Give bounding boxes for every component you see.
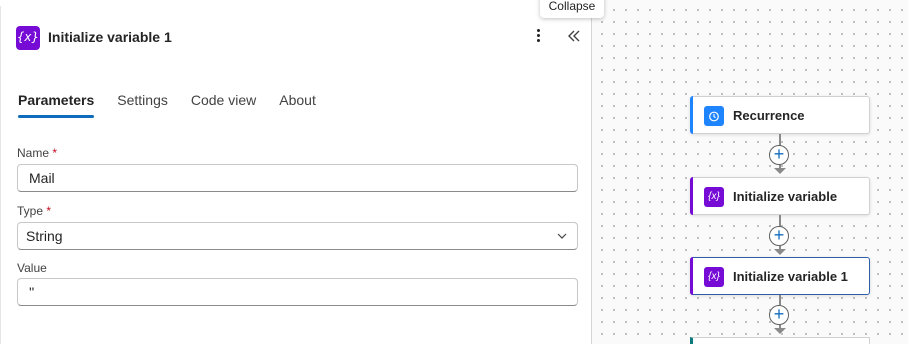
tab-code-view[interactable]: Code view [191, 92, 256, 116]
tab-about[interactable]: About [279, 92, 316, 116]
chevron-down-icon [557, 233, 567, 239]
add-step-button[interactable]: + [769, 226, 789, 246]
required-mark: * [46, 204, 52, 218]
value-input[interactable]: '' [17, 278, 578, 306]
add-step-button[interactable]: + [769, 145, 789, 165]
value-input-value: '' [29, 284, 35, 300]
clock-icon [704, 106, 724, 126]
name-input-value: Mail [29, 170, 55, 186]
type-dropdown-value: String [26, 228, 63, 244]
arrow-down-icon [774, 168, 786, 174]
add-step-button[interactable]: + [769, 305, 789, 325]
name-input[interactable]: Mail [17, 164, 578, 192]
double-chevron-left-icon [568, 30, 580, 42]
flow-node-initialize-variable-1[interactable]: {x} Initialize variable 1 [690, 257, 870, 295]
variable-icon: {x} [704, 187, 724, 207]
panel-tabs: Parameters Settings Code view About [18, 92, 339, 118]
arrow-down-icon [774, 328, 786, 334]
name-label: Name * [17, 146, 57, 160]
value-label: Value [17, 261, 47, 275]
tab-parameters[interactable]: Parameters [18, 92, 95, 118]
node-accent [690, 257, 693, 295]
collapse-tooltip: Collapse [540, 0, 604, 18]
variable-icon: {x} [704, 267, 724, 287]
type-label: Type * [17, 204, 51, 218]
collapse-panel-button[interactable] [563, 25, 585, 47]
value-label-text: Value [17, 261, 47, 275]
arrow-down-icon [774, 249, 786, 255]
flow-node-initialize-variable[interactable]: {x} Initialize variable [690, 177, 870, 215]
node-accent [690, 96, 693, 134]
type-label-text: Type [17, 204, 44, 218]
panel-title: Initialize variable 1 [48, 29, 172, 45]
tab-settings[interactable]: Settings [117, 92, 168, 116]
flow-node-recurrence[interactable]: Recurrence [690, 96, 870, 134]
node-label: Recurrence [733, 108, 805, 123]
more-options-icon[interactable] [530, 27, 546, 47]
node-label: Initialize variable 1 [733, 269, 848, 284]
variable-icon: {x} [16, 26, 40, 50]
node-label: Initialize variable [733, 189, 838, 204]
action-details-panel: {x} Initialize variable 1 Parameters Set… [0, 6, 592, 344]
required-mark: * [52, 146, 58, 160]
flow-node-next[interactable] [690, 337, 870, 344]
name-label-text: Name [17, 146, 50, 160]
node-accent [690, 177, 693, 215]
type-dropdown[interactable]: String [17, 222, 578, 250]
